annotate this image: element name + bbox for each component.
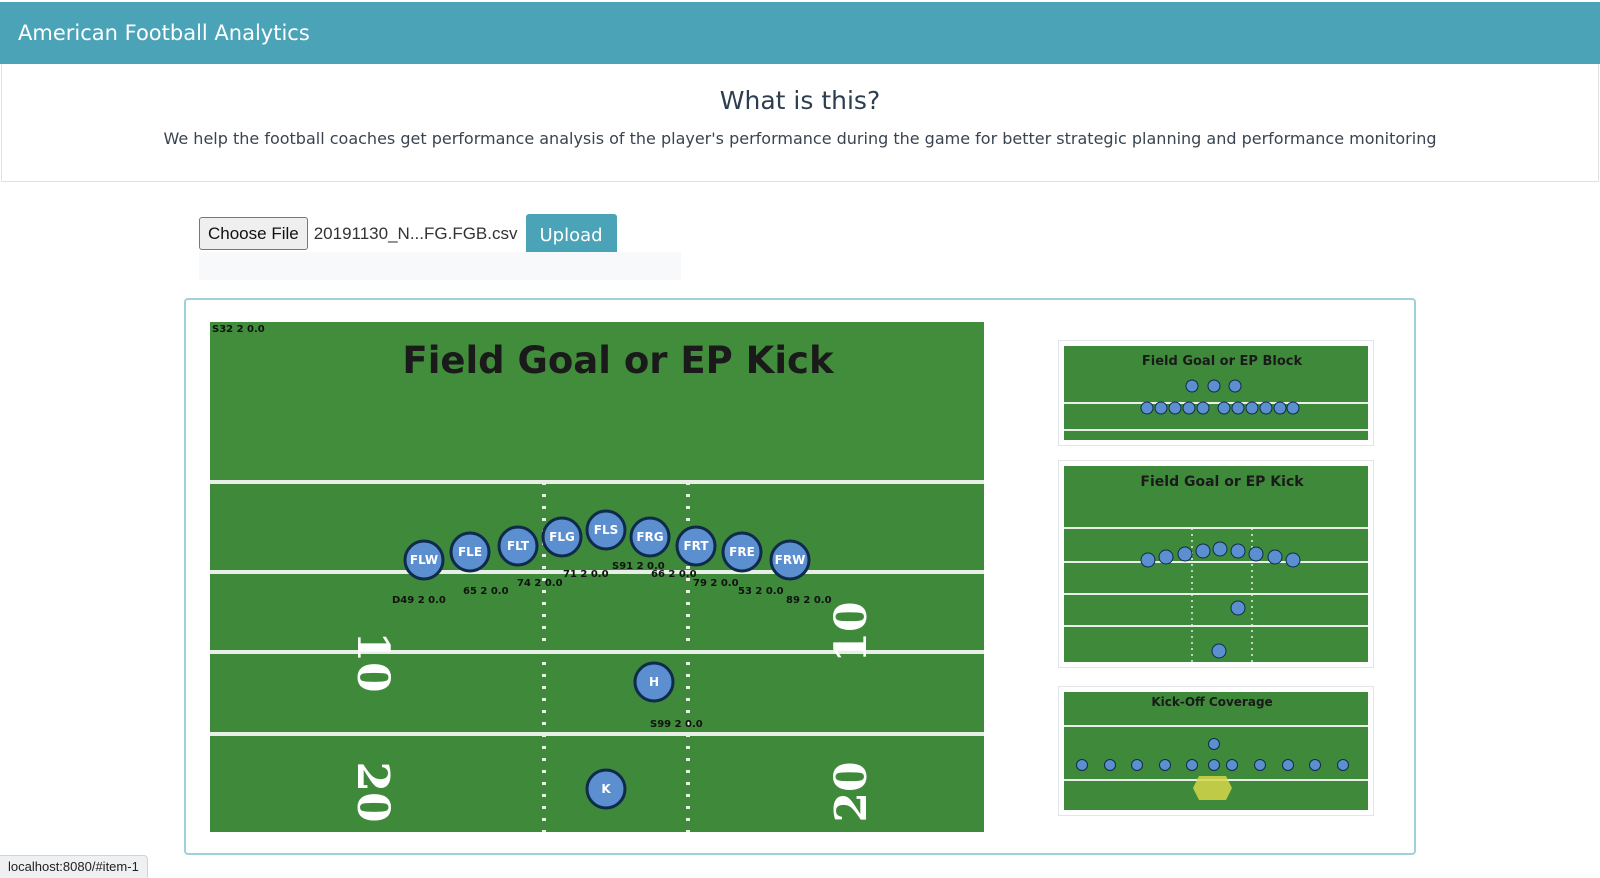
intro-description: We help the football coaches get perform…: [163, 129, 1437, 148]
player-id: FLG: [549, 530, 575, 544]
corner-label: S32 2 0.0: [212, 324, 265, 335]
selected-file-name: 20191130_N...FG.FGB.csv: [313, 223, 518, 243]
player-label: 66 2 0.0: [651, 569, 697, 580]
main-formation-image[interactable]: S32 2 0.0 Field Goal or EP Kick 10 20 10…: [210, 322, 984, 832]
player-id: FRT: [683, 539, 709, 553]
player-id: FLT: [507, 539, 530, 553]
player-label: 79 2 0.0: [693, 578, 739, 589]
player-id: FRG: [636, 530, 663, 544]
player-id: H: [649, 675, 659, 689]
yard-number: 10: [347, 631, 398, 692]
player-id: FLW: [410, 553, 438, 567]
thumbnail-title: Field Goal or EP Block: [1142, 354, 1303, 369]
player-id: K: [601, 782, 611, 796]
upload-row: Choose File 20191130_N...FG.FGB.csv Uplo…: [199, 210, 617, 257]
brand-title[interactable]: American Football Analytics: [18, 21, 310, 45]
player-id: FLS: [594, 523, 619, 537]
player-id: FRE: [729, 545, 755, 559]
player-label: 89 2 0.0: [786, 595, 832, 606]
choose-file-button[interactable]: Choose File: [199, 217, 308, 250]
player-label: 71 2 0.0: [563, 569, 609, 580]
formation-gallery: S32 2 0.0 Field Goal or EP Kick 10 20 10…: [184, 298, 1416, 855]
status-bar-url: localhost:8080/#item-1: [0, 855, 148, 878]
player-label: D49 2 0.0: [392, 595, 446, 606]
player-label: S99 2 0.0: [650, 719, 703, 730]
upload-button[interactable]: Upload: [525, 214, 617, 257]
player-label: 53 2 0.0: [738, 586, 784, 597]
thumbnail-kickoff-coverage[interactable]: Kick-Off Coverage: [1058, 686, 1374, 816]
thumbnail-fg-kick[interactable]: Field Goal or EP Kick: [1058, 460, 1374, 668]
thumbnail-fg-block[interactable]: Field Goal or EP Block: [1058, 340, 1374, 446]
intro-panel: What is this? We help the football coach…: [1, 64, 1599, 182]
player-label: 65 2 0.0: [463, 586, 509, 597]
yard-number: 20: [347, 761, 398, 822]
navbar: American Football Analytics: [0, 2, 1600, 64]
intro-heading: What is this?: [719, 86, 881, 115]
upload-progress-track: [199, 252, 681, 280]
thumbnail-field: [1064, 466, 1368, 662]
main-title: Field Goal or EP Kick: [402, 339, 835, 382]
thumbnail-title: Field Goal or EP Kick: [1140, 474, 1304, 490]
player-id: FRW: [775, 553, 806, 567]
yard-number: 10: [826, 601, 877, 662]
thumbnail-title: Kick-Off Coverage: [1151, 695, 1272, 709]
player-label: 74 2 0.0: [517, 578, 563, 589]
player-id: FLE: [458, 545, 482, 559]
yard-number: 20: [826, 761, 877, 822]
player-marker[interactable]: K: [585, 768, 627, 810]
